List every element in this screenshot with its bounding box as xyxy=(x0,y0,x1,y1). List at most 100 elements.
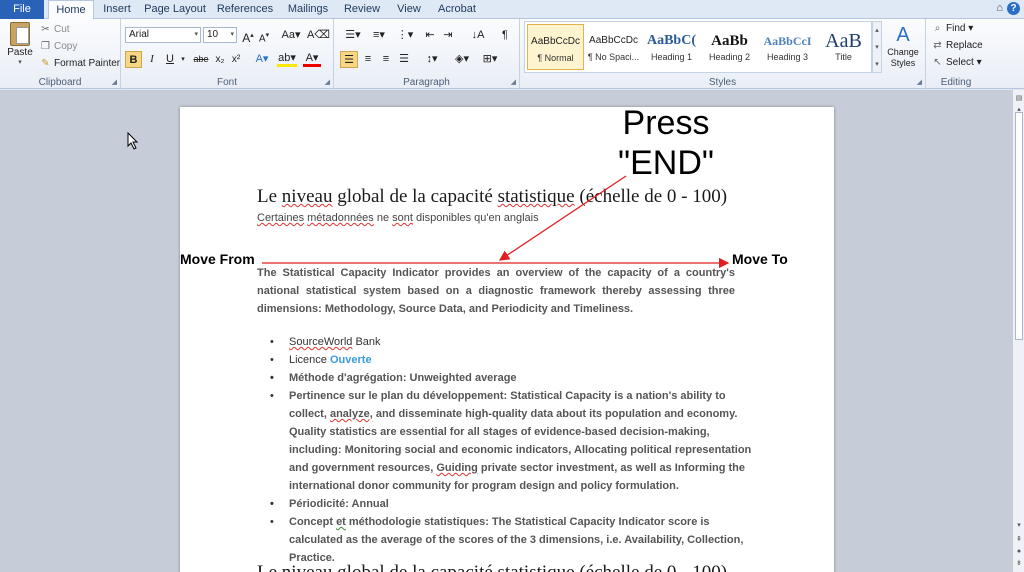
change-styles-icon: A xyxy=(896,24,910,46)
align-right-icon[interactable]: ≡ xyxy=(378,51,394,68)
list-item[interactable]: Méthode d'agrégation: Unweighted average xyxy=(270,369,756,387)
font-group-label: Font xyxy=(216,77,237,88)
clear-formatting-icon[interactable]: A⌫ xyxy=(307,27,330,44)
tab-acrobat[interactable]: Acrobat xyxy=(434,0,480,19)
scissors-icon: ✂ xyxy=(41,24,50,35)
list-item[interactable]: Pertinence sur le plan du développement:… xyxy=(270,387,756,495)
numbering-icon[interactable]: ≡▾ xyxy=(368,27,390,44)
cut-button[interactable]: ✂ Cut xyxy=(40,24,69,35)
sort-icon[interactable]: ↓A xyxy=(470,27,486,44)
justify-icon[interactable]: ☰ xyxy=(396,51,412,68)
tab-page-layout[interactable]: Page Layout xyxy=(143,0,207,19)
style-preview: AaBb xyxy=(711,33,748,49)
line-spacing-icon[interactable]: ↕▾ xyxy=(422,51,442,68)
editing-group-label: Editing xyxy=(940,77,972,88)
browse-object-icon[interactable]: ● xyxy=(1014,546,1024,557)
metadata-note[interactable]: Certaines métadonnées ne sont disponible… xyxy=(257,212,539,224)
list-item[interactable]: Licence Ouverte xyxy=(270,351,756,369)
document-heading-repeat[interactable]: Le niveau global de la capacité statisti… xyxy=(257,562,727,572)
list-text: Licence xyxy=(289,354,330,366)
font-color-icon[interactable]: A▾ xyxy=(303,51,321,67)
increase-indent-icon[interactable]: ⇥ xyxy=(440,27,456,44)
style-no-spacing[interactable]: AaBbCcDc ¶ No Spaci... xyxy=(585,24,642,70)
align-left-icon[interactable]: ☰ xyxy=(340,51,358,68)
replace-button[interactable]: ⇄ Replace xyxy=(932,40,982,51)
style-name: ¶ No Spaci... xyxy=(587,52,640,62)
copy-button[interactable]: ❐ Copy xyxy=(40,41,77,52)
vertical-scrollbar[interactable]: ▤ ▴ ▾ ⇞ ● ⇟ xyxy=(1012,90,1024,572)
description-paragraph[interactable]: The Statistical Capacity Indicator provi… xyxy=(257,264,735,318)
grow-font-button[interactable]: A▴ xyxy=(241,27,255,45)
align-center-icon[interactable]: ≡ xyxy=(360,51,376,68)
tab-view[interactable]: View xyxy=(392,0,426,19)
font-size-value: 10 xyxy=(207,29,219,40)
list-item[interactable]: SourceWorld Bank xyxy=(270,333,756,351)
document-heading[interactable]: Le niveau global de la capacité statisti… xyxy=(257,186,727,208)
tab-insert[interactable]: Insert xyxy=(98,0,136,19)
copy-label: Copy xyxy=(54,41,78,52)
show-formatting-icon[interactable]: ¶ xyxy=(498,27,512,44)
list-text: analyze, xyxy=(329,408,373,420)
highlight-color-icon[interactable]: ab▾ xyxy=(277,51,297,67)
font-name-dropdown-icon[interactable]: ▾ xyxy=(194,28,198,42)
font-launcher-icon[interactable]: ◢ xyxy=(325,78,330,86)
scroll-thumb[interactable] xyxy=(1015,112,1023,340)
style-preview: AaBbC( xyxy=(646,33,696,48)
underline-button[interactable]: U xyxy=(163,51,177,68)
paragraph-group: ☰▾ ≡▾ ⋮▾ ⇤ ⇥ ↓A ¶ ☰ ≡ ≡ ☰ ↕▾ ◈▾ ⊞▾ Parag… xyxy=(334,19,520,89)
tab-home[interactable]: Home xyxy=(48,0,94,20)
scroll-down-icon[interactable]: ▾ xyxy=(1014,520,1024,531)
format-painter-button[interactable]: ✎ Format Painter xyxy=(40,58,120,69)
font-size-field[interactable]: 10 ▾ xyxy=(203,27,237,43)
styles-gallery: AaBbCcDc ¶ Normal AaBbCcDc ¶ No Spaci...… xyxy=(524,21,872,73)
change-case-button[interactable]: Aa▾ xyxy=(281,27,301,44)
style-preview: AaBbCcDc xyxy=(531,36,580,47)
change-styles-button[interactable]: A Change Styles xyxy=(885,23,921,69)
paste-label: Paste xyxy=(7,47,33,58)
font-size-dropdown-icon[interactable]: ▾ xyxy=(230,28,234,42)
bold-button[interactable]: B xyxy=(125,51,142,68)
minimize-ribbon-icon[interactable]: ⌂ xyxy=(996,2,1003,14)
tab-review[interactable]: Review xyxy=(341,0,383,19)
strikethrough-button[interactable]: abe xyxy=(191,51,211,68)
underline-dropdown-icon[interactable]: ▾ xyxy=(179,51,187,68)
next-page-icon[interactable]: ⇟ xyxy=(1014,558,1024,569)
styles-launcher-icon[interactable]: ◢ xyxy=(917,78,922,86)
style-heading-3[interactable]: AaBbCcI Heading 3 xyxy=(759,24,816,70)
style-heading-1[interactable]: AaBbC( Heading 1 xyxy=(643,24,700,70)
help-icon[interactable]: ? xyxy=(1007,2,1020,15)
previous-page-icon[interactable]: ⇞ xyxy=(1014,534,1024,545)
clipboard-group: Paste ▾ ✂ Cut ❐ Copy ✎ Format Painter Clipb… xyxy=(0,19,121,89)
list-item[interactable]: Concept et méthodologie statistiques: Th… xyxy=(270,513,756,567)
heading-text: Le xyxy=(257,186,282,207)
paste-button[interactable]: Paste ▾ xyxy=(6,22,34,66)
list-item[interactable]: Périodicité: Annual xyxy=(270,495,756,513)
text-effects-icon[interactable]: A▾ xyxy=(253,51,271,68)
tab-file[interactable]: File xyxy=(0,0,44,19)
font-name-field[interactable]: Arial ▾ xyxy=(125,27,201,43)
select-button[interactable]: ↖ Select ▾ xyxy=(932,57,981,68)
tab-mailings[interactable]: Mailings xyxy=(283,0,333,19)
style-heading-2[interactable]: AaBb Heading 2 xyxy=(701,24,758,70)
clipboard-launcher-icon[interactable]: ◢ xyxy=(112,78,117,86)
decrease-indent-icon[interactable]: ⇤ xyxy=(422,27,438,44)
paragraph-launcher-icon[interactable]: ◢ xyxy=(511,78,516,86)
shading-icon[interactable]: ◈▾ xyxy=(452,51,472,68)
styles-gallery-scroll[interactable]: ▴ ▾ ▾ xyxy=(872,21,882,73)
italic-button[interactable]: I xyxy=(145,51,159,68)
tab-references[interactable]: References xyxy=(216,0,274,19)
multilevel-list-icon[interactable]: ⋮▾ xyxy=(394,27,416,44)
ruler-toggle-icon[interactable]: ▤ xyxy=(1014,93,1024,104)
style-title[interactable]: AaB Title xyxy=(815,24,872,70)
superscript-button[interactable]: x² xyxy=(229,51,243,68)
shrink-font-button[interactable]: A▾ xyxy=(257,27,271,44)
license-link[interactable]: Ouverte xyxy=(330,354,372,366)
change-styles-label: Change Styles xyxy=(887,47,919,68)
style-normal[interactable]: AaBbCcDc ¶ Normal xyxy=(527,24,584,70)
subscript-button[interactable]: x₂ xyxy=(213,51,227,68)
find-button[interactable]: ⌕ Find ▾ xyxy=(932,23,974,34)
borders-icon[interactable]: ⊞▾ xyxy=(480,51,500,68)
bullets-icon[interactable]: ☰▾ xyxy=(342,27,364,44)
paste-dropdown-icon[interactable]: ▾ xyxy=(6,58,34,66)
list-text: SourceWorld xyxy=(289,336,353,348)
